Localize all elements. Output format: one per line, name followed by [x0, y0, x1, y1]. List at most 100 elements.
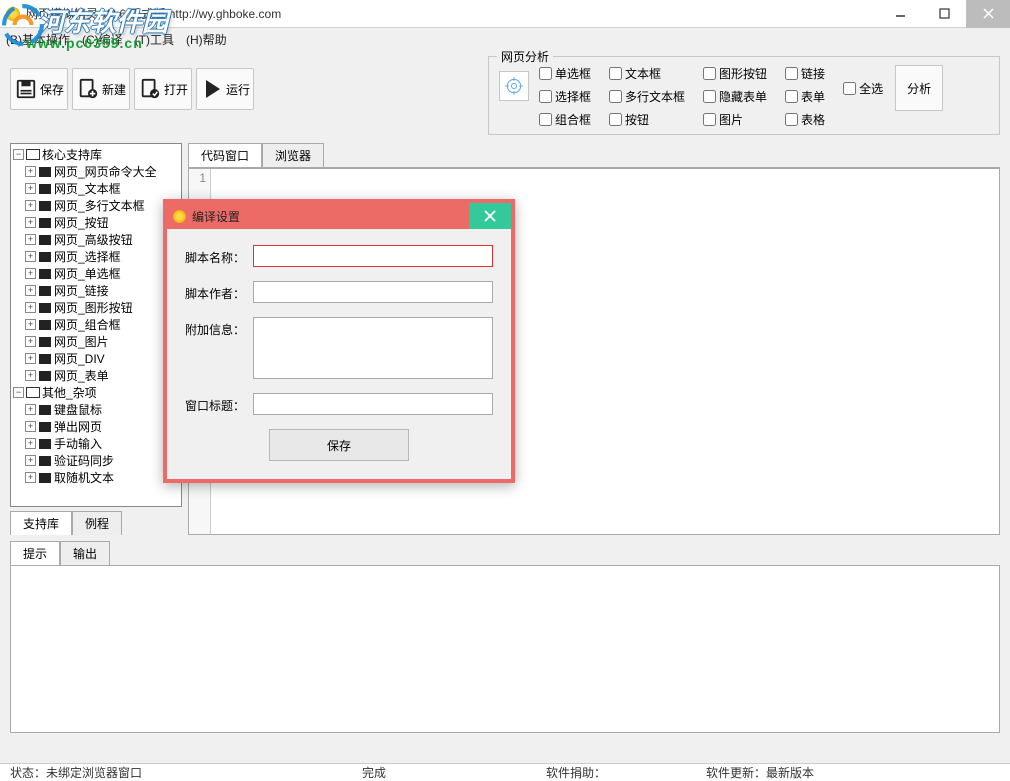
expand-icon[interactable]: +	[25, 268, 36, 279]
menu-help[interactable]: (H)帮助	[186, 31, 227, 48]
analysis-checks: 单选框 文本框 图形按钮 链接 选择框 多行文本框 隐藏表单 表单 组合框 按钮…	[539, 65, 825, 128]
expand-icon[interactable]: +	[25, 234, 36, 245]
expand-icon[interactable]: +	[25, 370, 36, 381]
titlebar: 网页模拟精灵 V2.6 正式版 http://wy.ghboke.com	[0, 0, 1010, 28]
new-icon	[76, 77, 100, 101]
chk-form[interactable]: 表单	[785, 88, 825, 105]
chk-selectall[interactable]: 全选	[843, 80, 883, 97]
target-icon[interactable]	[499, 71, 529, 101]
command-icon	[38, 404, 52, 416]
tree-node[interactable]: +验证码同步	[11, 452, 181, 469]
tree-node[interactable]: +取随机文本	[11, 469, 181, 486]
tree-node[interactable]: +弹出网页	[11, 418, 181, 435]
expand-icon[interactable]: +	[25, 217, 36, 228]
open-icon	[138, 77, 162, 101]
command-icon	[38, 200, 52, 212]
tree-node[interactable]: +网页_图形按钮	[11, 299, 181, 316]
analyze-button[interactable]: 分析	[895, 65, 943, 111]
tree-view[interactable]: −核心支持库+网页_网页命令大全+网页_文本框+网页_多行文本框+网页_按钮+网…	[10, 143, 182, 507]
chk-multiline[interactable]: 多行文本框	[609, 88, 685, 105]
tree-root[interactable]: −核心支持库	[11, 146, 181, 163]
status-update: 软件更新：最新版本	[706, 764, 814, 781]
command-icon	[38, 353, 52, 365]
expand-icon[interactable]: +	[25, 438, 36, 449]
expand-icon[interactable]: +	[25, 455, 36, 466]
expand-icon[interactable]: +	[25, 200, 36, 211]
collapse-icon[interactable]: −	[13, 149, 24, 160]
input-window-title[interactable]	[253, 393, 493, 415]
chk-radio[interactable]: 单选框	[539, 65, 591, 82]
expand-icon[interactable]: +	[25, 421, 36, 432]
input-script-author[interactable]	[253, 281, 493, 303]
label-window-title: 窗口标题：	[185, 393, 253, 414]
tree-node[interactable]: +键盘鼠标	[11, 401, 181, 418]
chk-combo[interactable]: 组合框	[539, 111, 591, 128]
close-button[interactable]	[966, 0, 1010, 28]
tree-node[interactable]: +网页_高级按钮	[11, 231, 181, 248]
tree-node[interactable]: +网页_多行文本框	[11, 197, 181, 214]
chk-select[interactable]: 选择框	[539, 88, 591, 105]
play-icon	[200, 77, 224, 101]
expand-icon[interactable]: +	[25, 285, 36, 296]
run-button[interactable]: 运行	[196, 68, 254, 110]
tree-node[interactable]: +网页_表单	[11, 367, 181, 384]
status-bar: 状态：未绑定浏览器窗口 完成 软件捐助： 软件更新：最新版本	[0, 763, 1010, 781]
label-script-name: 脚本名称：	[185, 245, 253, 266]
expand-icon[interactable]: +	[25, 472, 36, 483]
expand-icon[interactable]: +	[25, 166, 36, 177]
expand-icon[interactable]: +	[25, 353, 36, 364]
tab-browser[interactable]: 浏览器	[262, 143, 324, 168]
menu-compile[interactable]: (C)编译	[82, 31, 123, 48]
dialog-close-button[interactable]	[469, 203, 511, 229]
expand-icon[interactable]: +	[25, 404, 36, 415]
tree-root[interactable]: −其他_杂项	[11, 384, 181, 401]
save-button[interactable]: 保存	[10, 68, 68, 110]
expand-icon[interactable]: +	[25, 251, 36, 262]
command-icon	[38, 183, 52, 195]
tab-output[interactable]: 输出	[60, 541, 110, 566]
tree-node[interactable]: +网页_单选框	[11, 265, 181, 282]
expand-icon[interactable]: +	[25, 302, 36, 313]
menu-basic[interactable]: (B)基本操作	[6, 31, 70, 48]
tree-node[interactable]: +网页_选择框	[11, 248, 181, 265]
tree-node[interactable]: +网页_按钮	[11, 214, 181, 231]
minimize-button[interactable]	[878, 0, 922, 28]
tree-node[interactable]: +网页_组合框	[11, 316, 181, 333]
expand-icon[interactable]: +	[25, 336, 36, 347]
new-button[interactable]: 新建	[72, 68, 130, 110]
input-extra-info[interactable]	[253, 317, 493, 379]
status-done: 完成	[362, 764, 386, 781]
command-icon	[38, 472, 52, 484]
tree-node[interactable]: +网页_链接	[11, 282, 181, 299]
tree-node[interactable]: +手动输入	[11, 435, 181, 452]
collapse-icon[interactable]: −	[13, 387, 24, 398]
folder-icon	[26, 387, 40, 399]
expand-icon[interactable]: +	[25, 183, 36, 194]
label-script-author: 脚本作者：	[185, 281, 253, 302]
tree-node[interactable]: +网页_网页命令大全	[11, 163, 181, 180]
expand-icon[interactable]: +	[25, 319, 36, 330]
command-icon	[38, 455, 52, 467]
chk-table[interactable]: 表格	[785, 111, 825, 128]
chk-link[interactable]: 链接	[785, 65, 825, 82]
tree-node[interactable]: +网页_文本框	[11, 180, 181, 197]
tab-hint[interactable]: 提示	[10, 541, 60, 566]
chk-image[interactable]: 图片	[703, 111, 767, 128]
bottom-content[interactable]	[10, 565, 1000, 733]
dialog-save-button[interactable]: 保存	[269, 429, 409, 461]
tab-support-lib[interactable]: 支持库	[10, 511, 72, 535]
tab-examples[interactable]: 例程	[72, 511, 122, 535]
window-title: 网页模拟精灵 V2.6 正式版 http://wy.ghboke.com	[26, 5, 878, 22]
chk-imgbtn[interactable]: 图形按钮	[703, 65, 767, 82]
menu-tools[interactable]: (T)工具	[135, 31, 174, 48]
open-button[interactable]: 打开	[134, 68, 192, 110]
chk-button[interactable]: 按钮	[609, 111, 685, 128]
maximize-button[interactable]	[922, 0, 966, 28]
input-script-name[interactable]	[253, 245, 493, 267]
chk-hidden[interactable]: 隐藏表单	[703, 88, 767, 105]
tab-code-window[interactable]: 代码窗口	[188, 143, 262, 168]
tree-node[interactable]: +网页_图片	[11, 333, 181, 350]
command-icon	[38, 302, 52, 314]
chk-textbox[interactable]: 文本框	[609, 65, 685, 82]
tree-node[interactable]: +网页_DIV	[11, 350, 181, 367]
